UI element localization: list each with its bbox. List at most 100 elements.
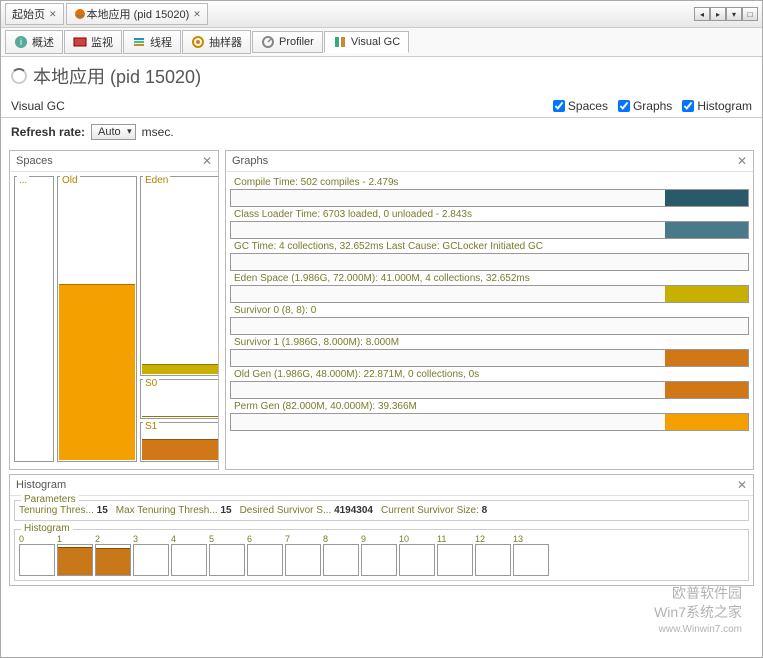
page-title-row: 本地应用 (pid 15020) xyxy=(1,57,762,95)
panel-title: Graphs xyxy=(232,155,268,167)
gc-icon xyxy=(333,35,347,49)
histogram-bar-label: 5 xyxy=(209,534,245,544)
info-icon: i xyxy=(14,35,28,49)
histogram-bar: 1 xyxy=(57,534,93,576)
group-label: Histogram xyxy=(21,523,73,534)
maximize-button[interactable]: □ xyxy=(742,7,758,21)
close-icon[interactable]: ✕ xyxy=(737,154,747,168)
graph-fill xyxy=(665,350,748,366)
subtab-visual-gc[interactable]: Visual GC xyxy=(324,31,409,53)
prev-button[interactable]: ◂ xyxy=(694,7,710,21)
graph-fill xyxy=(665,382,748,398)
next-button[interactable]: ▸ xyxy=(710,7,726,21)
panel-title: Spaces xyxy=(16,155,53,167)
histogram-bar-box xyxy=(437,544,473,576)
space-s0: S0 xyxy=(140,379,218,419)
histogram-bar-fill xyxy=(96,548,130,575)
check-spaces[interactable]: Spaces xyxy=(553,99,608,113)
subtab-threads[interactable]: 线程 xyxy=(123,30,181,54)
sampler-icon xyxy=(191,35,205,49)
histogram-bar-label: 11 xyxy=(437,534,473,544)
space-fill xyxy=(142,416,218,417)
java-icon xyxy=(73,7,87,21)
histogram-bar-fill xyxy=(58,547,92,576)
graph-bar xyxy=(230,285,749,303)
subtab-profiler[interactable]: Profiler xyxy=(252,31,323,53)
close-icon[interactable]: ✕ xyxy=(202,154,212,168)
histogram-bar: 11 xyxy=(437,534,473,576)
histogram-bar-box xyxy=(399,544,435,576)
histogram-bar-label: 4 xyxy=(171,534,207,544)
space-fill xyxy=(142,439,218,460)
subtab-monitor[interactable]: 监视 xyxy=(64,30,122,54)
close-icon[interactable]: ✕ xyxy=(737,478,747,492)
histogram-bar-box xyxy=(285,544,321,576)
histogram-bar: 4 xyxy=(171,534,207,576)
space-fill xyxy=(142,364,218,374)
close-icon[interactable]: ✕ xyxy=(49,9,57,20)
check-graphs[interactable]: Graphs xyxy=(618,99,672,113)
histogram-panel: Histogram✕ Parameters Tenuring Thres... … xyxy=(9,474,754,586)
graph-label: Survivor 1 (1.986G, 8.000M): 8.000M xyxy=(230,336,749,349)
checkbox[interactable] xyxy=(553,100,565,112)
graph-fill xyxy=(665,222,748,238)
histogram-bar-box xyxy=(95,544,131,576)
histogram-bar-label: 6 xyxy=(247,534,283,544)
refresh-dropdown[interactable]: Auto xyxy=(91,124,136,140)
checkbox[interactable] xyxy=(618,100,630,112)
histogram-bar-box xyxy=(19,544,55,576)
minimize-button[interactable]: ▾ xyxy=(726,7,742,21)
histogram-bar: 3 xyxy=(133,534,169,576)
graph-item: Eden Space (1.986G, 72.000M): 41.000M, 4… xyxy=(230,272,749,303)
checkbox[interactable] xyxy=(682,100,694,112)
graph-item: Compile Time: 502 compiles - 2.479s xyxy=(230,176,749,207)
graphs-panel: Graphs ✕ Compile Time: 502 compiles - 2.4… xyxy=(225,150,754,470)
histogram-bar-box xyxy=(133,544,169,576)
subtab-sampler[interactable]: 抽样器 xyxy=(182,30,251,54)
sub-tab-bar: i概述 监视 线程 抽样器 Profiler Visual GC xyxy=(1,28,762,57)
graph-label: Old Gen (1.986G, 48.000M): 22.871M, 0 co… xyxy=(230,368,749,381)
histogram-bar-label: 10 xyxy=(399,534,435,544)
profiler-icon xyxy=(261,35,275,49)
check-label: Histogram xyxy=(697,99,752,113)
section-label: Visual GC xyxy=(11,99,65,113)
graph-item: Survivor 1 (1.986G, 8.000M): 8.000M xyxy=(230,336,749,367)
refresh-label: Refresh rate: xyxy=(11,125,85,139)
histogram-bar-box xyxy=(475,544,511,576)
histogram-bar: 8 xyxy=(323,534,359,576)
histogram-bar-label: 12 xyxy=(475,534,511,544)
tab-local-app[interactable]: 本地应用 (pid 15020) ✕ xyxy=(66,3,208,25)
subtab-overview[interactable]: i概述 xyxy=(5,30,63,54)
graph-label: Class Loader Time: 6703 loaded, 0 unload… xyxy=(230,208,749,221)
graph-item: GC Time: 4 collections, 32.652ms Last Ca… xyxy=(230,240,749,271)
histogram-bar-box xyxy=(323,544,359,576)
space-label: ... xyxy=(17,175,29,186)
spaces-panel: Spaces✕ ... Old Eden S0 S1 xyxy=(9,150,219,470)
histogram-bar: 12 xyxy=(475,534,511,576)
graph-bar xyxy=(230,253,749,271)
subtab-label: 抽样器 xyxy=(209,34,242,50)
graph-fill xyxy=(665,286,748,302)
check-label: Graphs xyxy=(633,99,672,113)
top-tab-bar: 起始页 ✕ 本地应用 (pid 15020) ✕ ◂ ▸ ▾ □ xyxy=(1,1,762,28)
graph-fill xyxy=(665,414,748,430)
tab-start-page[interactable]: 起始页 ✕ xyxy=(5,3,64,25)
refresh-row: Refresh rate: Auto msec. xyxy=(1,118,762,146)
graph-item: Class Loader Time: 6703 loaded, 0 unload… xyxy=(230,208,749,239)
graph-bar xyxy=(230,413,749,431)
histogram-bar-label: 7 xyxy=(285,534,321,544)
param-item: Desired Survivor S... 4194304 xyxy=(240,505,373,516)
graph-label: GC Time: 4 collections, 32.652ms Last Ca… xyxy=(230,240,749,253)
panel-title: Histogram xyxy=(16,479,66,491)
histogram-bar: 6 xyxy=(247,534,283,576)
threads-icon xyxy=(132,35,146,49)
monitor-icon xyxy=(73,35,87,49)
histogram-bar: 13 xyxy=(513,534,549,576)
close-icon[interactable]: ✕ xyxy=(193,9,201,20)
subtab-label: Visual GC xyxy=(351,36,400,48)
check-histogram[interactable]: Histogram xyxy=(682,99,752,113)
histogram-bar: 10 xyxy=(399,534,435,576)
histogram-bar-label: 2 xyxy=(95,534,131,544)
histogram-bar-box xyxy=(513,544,549,576)
space-label: Old xyxy=(60,175,80,186)
